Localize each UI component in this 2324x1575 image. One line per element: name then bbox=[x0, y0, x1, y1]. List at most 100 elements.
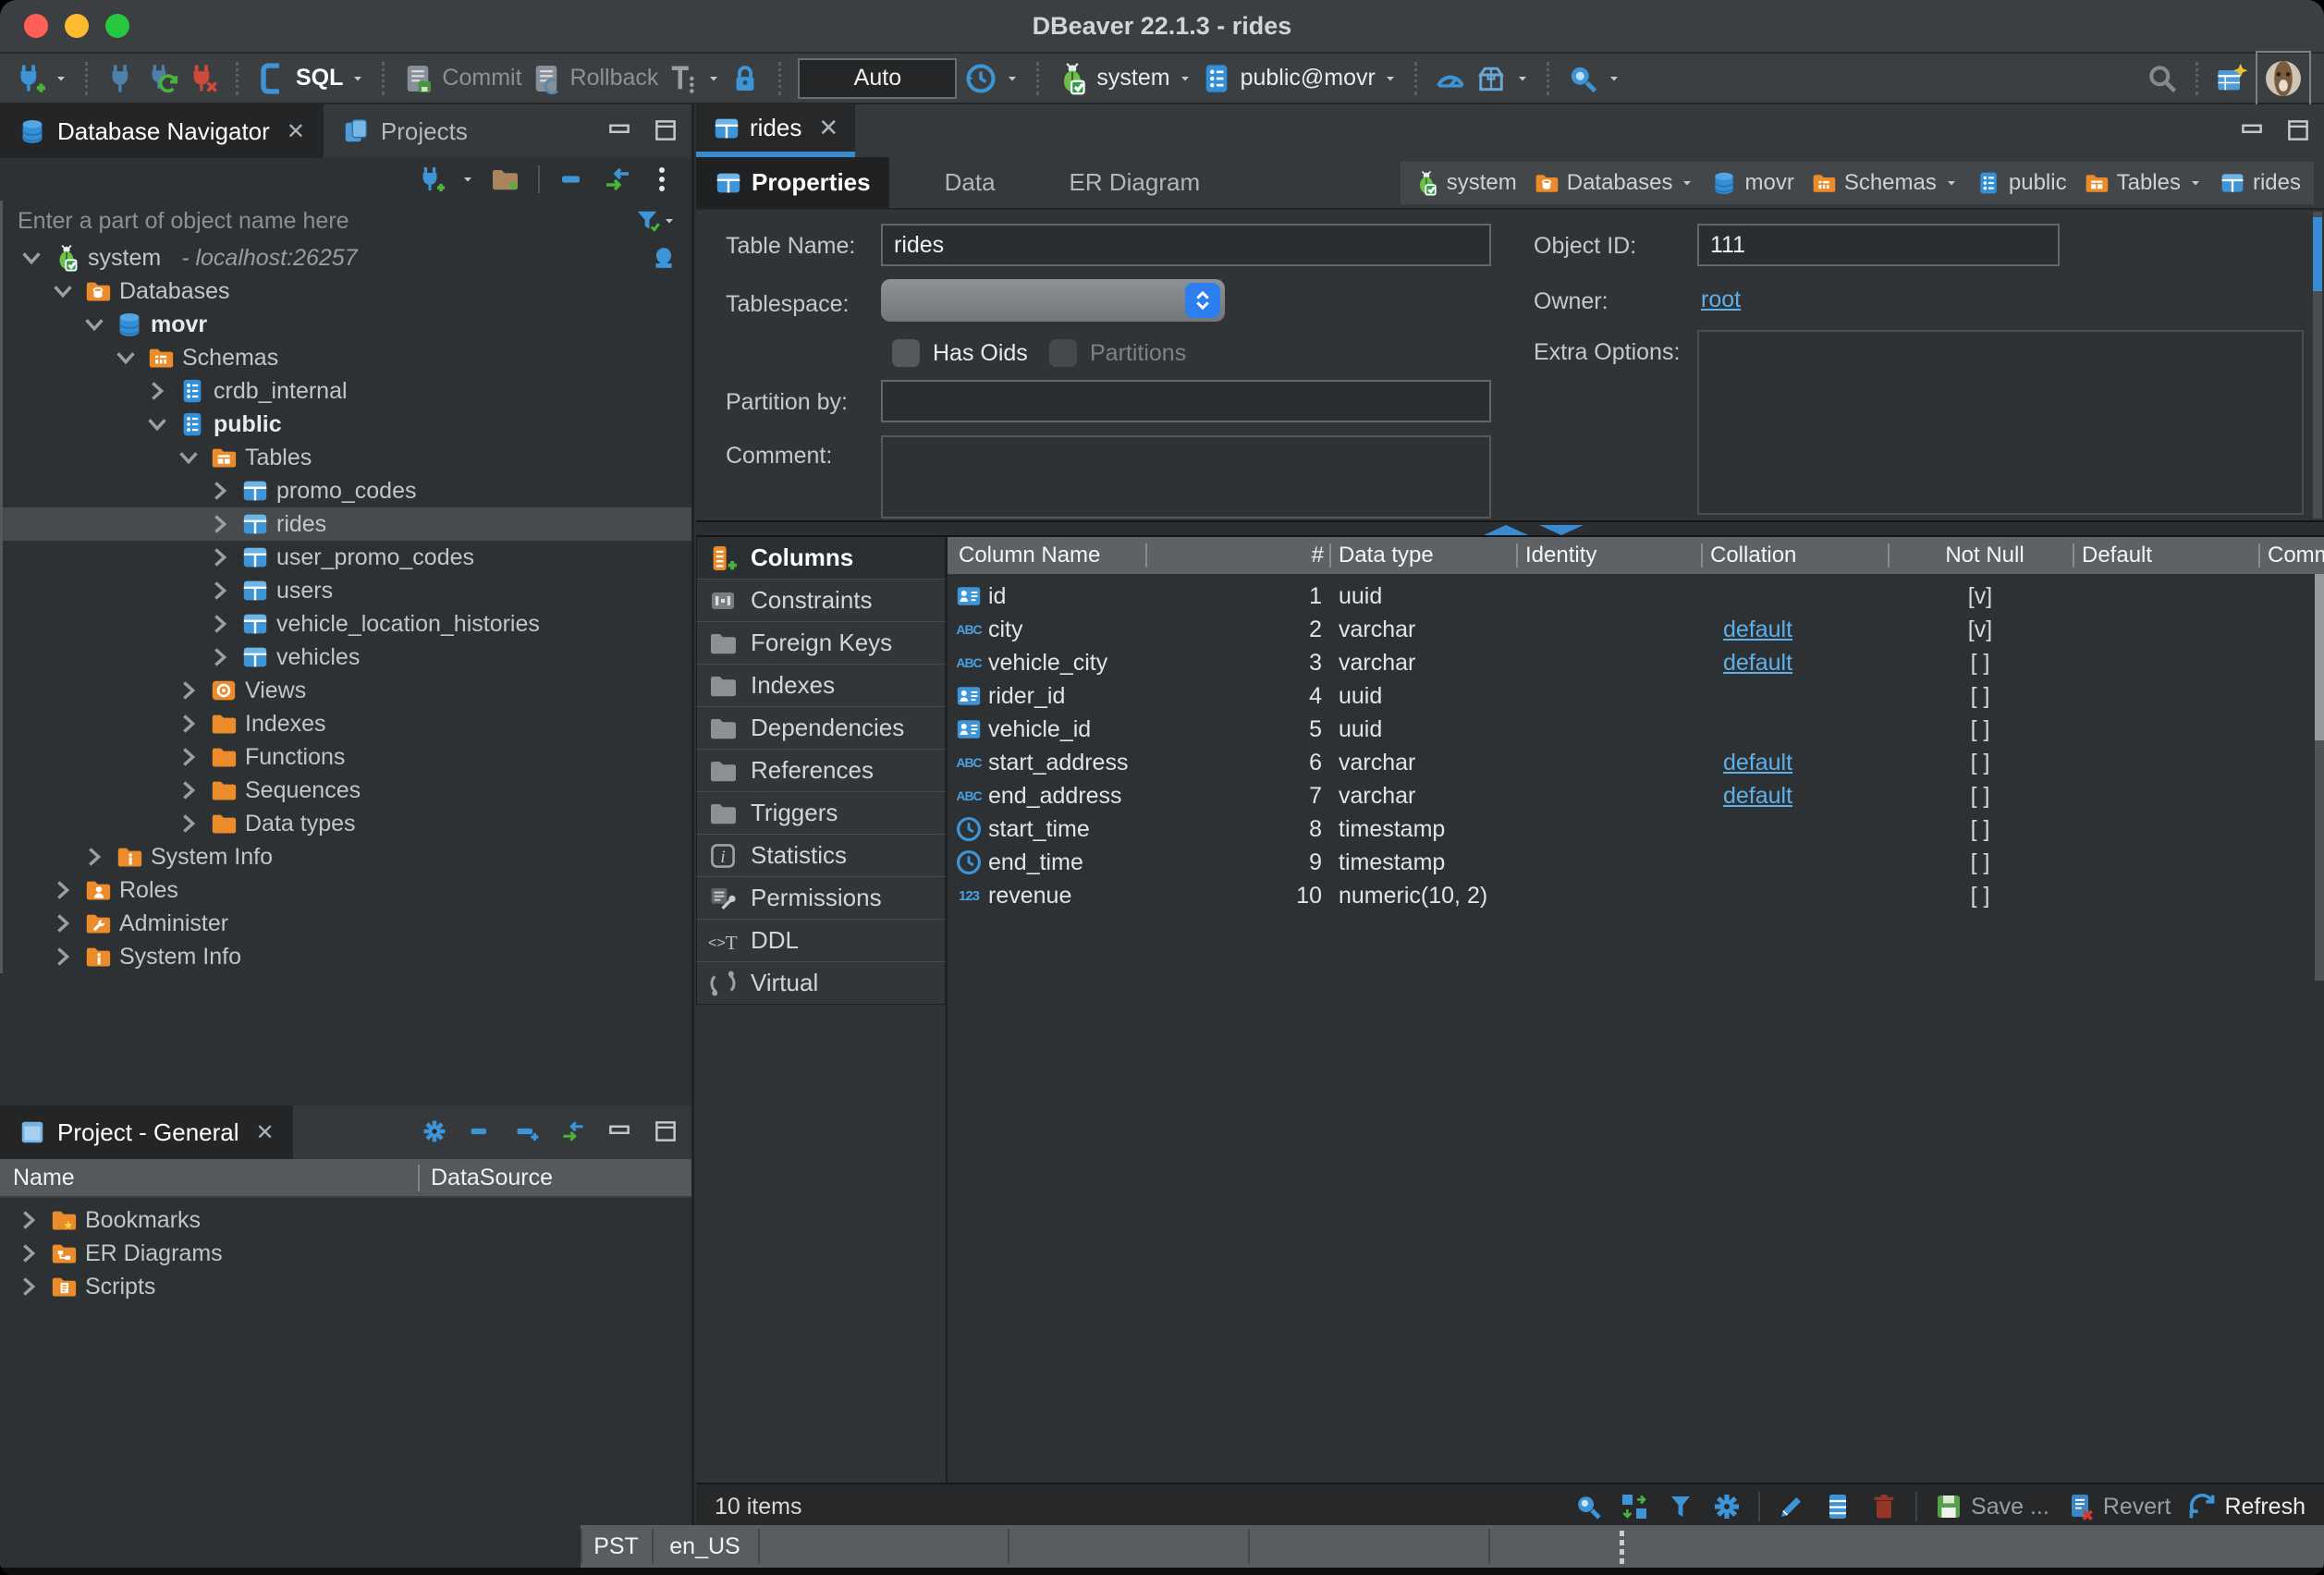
side-tab-ddl[interactable]: <>T DDL bbox=[696, 919, 946, 962]
tree-item-vehicles[interactable]: vehicles bbox=[3, 641, 691, 674]
collation-link[interactable]: default bbox=[1723, 650, 1792, 676]
close-project-tab-icon[interactable]: ✕ bbox=[256, 1119, 275, 1146]
tab-project-general[interactable]: Project - General ✕ bbox=[0, 1105, 293, 1159]
nav-new-connection-dropdown[interactable] bbox=[460, 172, 475, 187]
grid-delete-icon[interactable] bbox=[1869, 1492, 1899, 1521]
column-not-null[interactable]: [ ] bbox=[1888, 816, 2073, 843]
column-not-null[interactable]: [ ] bbox=[1888, 883, 2073, 910]
revert-button[interactable]: Revert bbox=[2066, 1492, 2171, 1521]
transaction-dropdown-icon[interactable] bbox=[706, 71, 721, 86]
project-expand-icon[interactable] bbox=[514, 1118, 540, 1144]
side-tab-references[interactable]: References bbox=[696, 749, 946, 792]
tree-item-roles[interactable]: Roles bbox=[3, 873, 691, 907]
chevron-down-icon[interactable] bbox=[18, 244, 45, 272]
tree-item-indexes[interactable]: Indexes bbox=[3, 707, 691, 740]
splitter-sash[interactable] bbox=[696, 520, 2324, 537]
breadcrumb-system[interactable]: system bbox=[1413, 170, 1517, 196]
grid-row-vehicle-id[interactable]: vehicle_id 5 uuid [ ] bbox=[948, 713, 2324, 746]
grid-row-end-address[interactable]: ABCend_address 7 varchar default [ ] bbox=[948, 779, 2324, 812]
search-dropdown-icon[interactable] bbox=[1607, 71, 1621, 86]
grid-header-data-type[interactable]: Data type bbox=[1329, 543, 1516, 568]
nav-new-connection-icon[interactable] bbox=[416, 165, 446, 194]
breadcrumb-databases[interactable]: Databases bbox=[1534, 170, 1695, 196]
reconnect-icon[interactable] bbox=[145, 62, 178, 95]
editor-maximize-icon[interactable] bbox=[2285, 117, 2311, 143]
breadcrumb-dropdown-icon[interactable] bbox=[1944, 176, 1959, 190]
subtab-er-diagram[interactable]: ER Diagram bbox=[1014, 157, 1219, 208]
side-tab-dependencies[interactable]: Dependencies bbox=[696, 706, 946, 750]
project-item-bookmarks[interactable]: Bookmarks bbox=[0, 1203, 691, 1237]
breadcrumb-rides[interactable]: rides bbox=[2220, 170, 2301, 196]
chevron-right-icon[interactable] bbox=[143, 377, 171, 405]
tree-item-system-info[interactable]: System Info bbox=[3, 840, 691, 873]
view-menu-icon[interactable] bbox=[647, 165, 677, 194]
column-not-null[interactable]: [ ] bbox=[1888, 783, 2073, 810]
schema-dropdown-icon[interactable] bbox=[1383, 71, 1398, 86]
tab-database-navigator[interactable]: Database Navigator ✕ bbox=[0, 104, 324, 158]
editor-tab-rides[interactable]: rides ✕ bbox=[696, 104, 855, 157]
chevron-right-icon[interactable] bbox=[206, 610, 234, 638]
column-not-null[interactable]: [ ] bbox=[1888, 849, 2073, 876]
save-button[interactable]: Save ... bbox=[1934, 1492, 2049, 1521]
grid-filter-icon[interactable] bbox=[1666, 1492, 1695, 1521]
connection-selector[interactable]: system bbox=[1056, 62, 1192, 95]
object-id-input[interactable] bbox=[1697, 224, 2060, 266]
has-oids-checkbox[interactable]: Has Oids bbox=[892, 339, 1028, 367]
project-item-er-diagrams[interactable]: ER Diagrams bbox=[0, 1237, 691, 1270]
tree-item-functions[interactable]: Functions bbox=[3, 740, 691, 774]
breadcrumb-schemas[interactable]: Schemas bbox=[1811, 170, 1959, 196]
profile-button[interactable] bbox=[2256, 51, 2311, 106]
new-connection-dropdown-icon[interactable] bbox=[54, 71, 68, 86]
tree-item-system[interactable]: system - localhost:26257 bbox=[3, 241, 691, 275]
project-settings-icon[interactable] bbox=[422, 1118, 447, 1144]
chevron-right-icon[interactable] bbox=[15, 1273, 43, 1300]
has-oids-box[interactable] bbox=[892, 339, 920, 367]
editor-minimize-icon[interactable] bbox=[2239, 117, 2265, 143]
tablespace-combo[interactable] bbox=[881, 279, 1225, 322]
owner-link[interactable]: root bbox=[1701, 287, 1741, 313]
grid-transfer-icon[interactable] bbox=[1620, 1492, 1649, 1521]
sash-down-icon[interactable] bbox=[1539, 525, 1584, 535]
maximize-panel-icon[interactable] bbox=[653, 117, 679, 143]
commit-button[interactable]: Commit bbox=[401, 62, 521, 95]
lock-icon[interactable] bbox=[728, 62, 762, 95]
grid-header-comm[interactable]: Comm bbox=[2258, 543, 2324, 568]
side-tab-permissions[interactable]: Permissions bbox=[696, 876, 946, 920]
tree-item-databases[interactable]: Databases bbox=[3, 275, 691, 308]
grid-row-revenue[interactable]: 123revenue 10 numeric(10, 2) [ ] bbox=[948, 879, 2324, 912]
compile-dropdown-icon[interactable] bbox=[1515, 71, 1530, 86]
new-connection-icon[interactable] bbox=[13, 62, 46, 95]
grid-rows-icon[interactable] bbox=[1823, 1492, 1853, 1521]
sql-dropdown-icon[interactable] bbox=[350, 71, 365, 86]
close-editor-tab-icon[interactable]: ✕ bbox=[818, 114, 838, 142]
chevron-right-icon[interactable] bbox=[80, 843, 108, 871]
table-name-input[interactable] bbox=[881, 224, 1491, 266]
sql-editor-button[interactable]: SQL bbox=[255, 62, 365, 95]
grid-header-identity[interactable]: Identity bbox=[1516, 543, 1701, 568]
chevron-right-icon[interactable] bbox=[15, 1206, 43, 1234]
object-filter[interactable]: Enter a part of object name here bbox=[0, 201, 691, 241]
side-tab-triggers[interactable]: Triggers bbox=[696, 791, 946, 835]
side-tab-foreign-keys[interactable]: Foreign Keys bbox=[696, 621, 946, 665]
chevron-right-icon[interactable] bbox=[206, 543, 234, 571]
column-not-null[interactable]: [ ] bbox=[1888, 750, 2073, 776]
minimize-panel-icon[interactable] bbox=[606, 117, 632, 143]
grid-row-vehicle-city[interactable]: ABCvehicle_city 3 varchar default [ ] bbox=[948, 646, 2324, 679]
commit-mode-combo[interactable]: Auto bbox=[798, 58, 957, 99]
locale-status[interactable]: en_US bbox=[652, 1525, 758, 1568]
collation-link[interactable]: default bbox=[1723, 617, 1792, 642]
filter-funnel-icon[interactable] bbox=[634, 207, 662, 235]
side-tab-statistics[interactable]: i Statistics bbox=[696, 834, 946, 877]
connection-dropdown-icon[interactable] bbox=[1178, 71, 1193, 86]
tree-item-user-promo-codes[interactable]: user_promo_codes bbox=[3, 541, 691, 574]
grid-row-rider-id[interactable]: rider_id 4 uuid [ ] bbox=[948, 679, 2324, 713]
tree-item-sequences[interactable]: Sequences bbox=[3, 774, 691, 807]
chevron-right-icon[interactable] bbox=[206, 477, 234, 505]
grid-edit-icon[interactable] bbox=[1777, 1492, 1806, 1521]
grid-header-collation[interactable]: Collation bbox=[1701, 543, 1888, 568]
subtab-properties[interactable]: Properties bbox=[696, 157, 889, 208]
project-item-scripts[interactable]: Scripts bbox=[0, 1270, 691, 1303]
partitions-checkbox[interactable]: Partitions bbox=[1049, 339, 1186, 367]
tree-item-promo-codes[interactable]: promo_codes bbox=[3, 474, 691, 507]
chevron-right-icon[interactable] bbox=[49, 876, 77, 904]
